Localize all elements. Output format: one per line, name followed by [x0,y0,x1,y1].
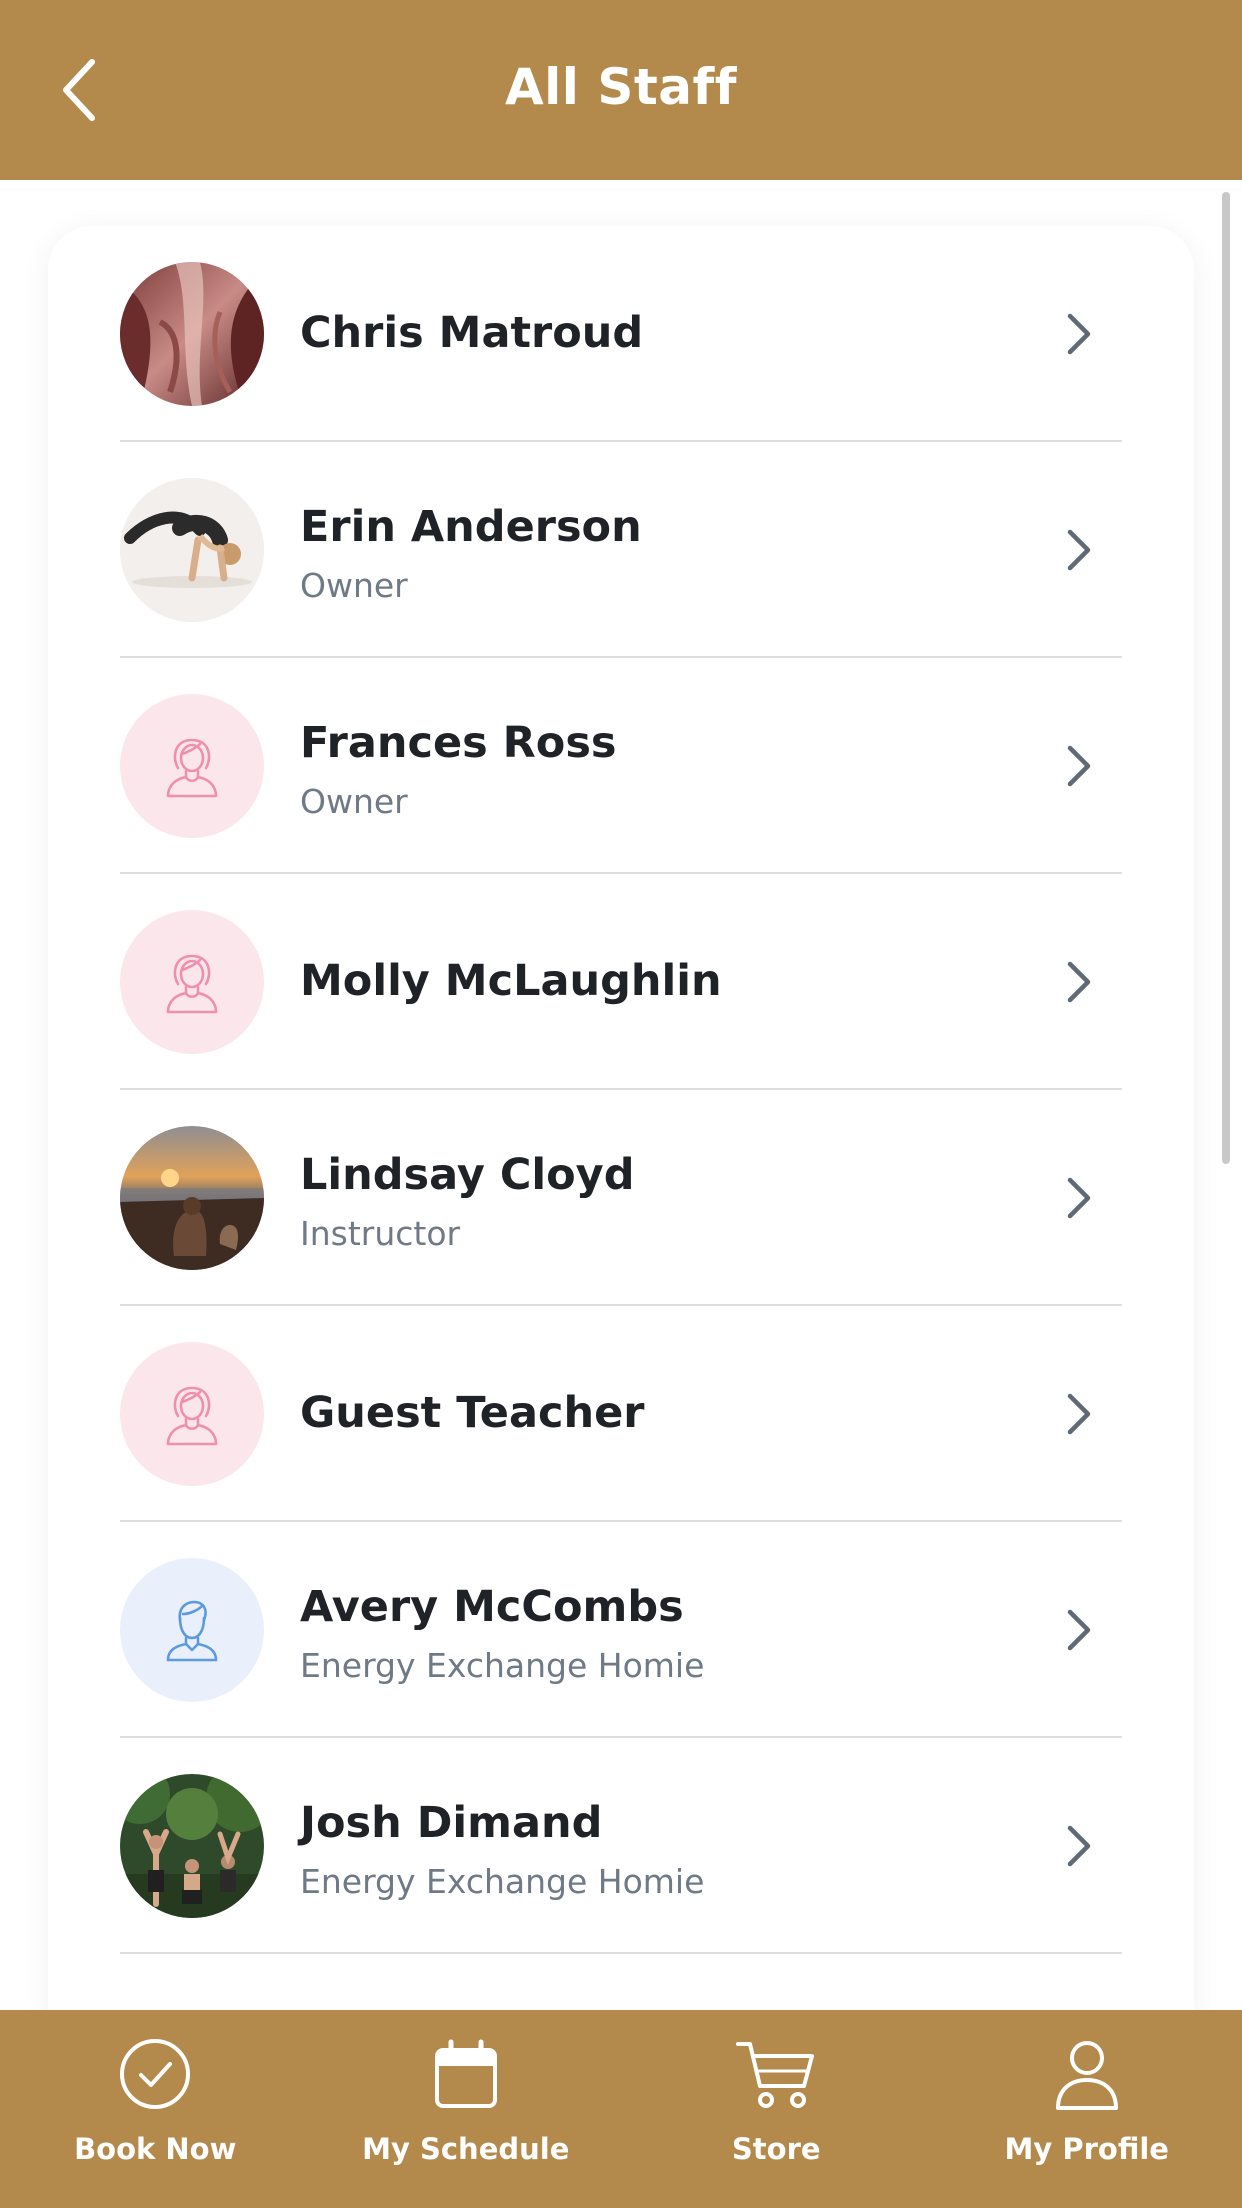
staff-role: Instructor [300,1214,461,1253]
tab-label: Book Now [74,2132,237,2166]
staff-list-card: Chris Matroud Erin Anderson Owner France… [48,226,1194,2010]
staff-row-lindsay-cloyd[interactable]: Lindsay Cloyd Instructor [120,1090,1122,1306]
check-circle-icon [113,2032,197,2116]
yoga-pose-photo [120,478,264,622]
chevron-right-icon [1067,1177,1091,1219]
chevron-right-icon [1067,961,1091,1003]
staff-name: Guest Teacher [300,1388,645,1438]
avatar [120,262,264,406]
staff-role: Energy Exchange Homie [300,1646,705,1685]
male-placeholder-icon [166,1600,218,1662]
calendar-icon [424,2032,508,2116]
staff-row-frances-ross[interactable]: Frances Ross Owner [120,658,1122,874]
avatar [120,1126,264,1270]
staff-name: Lindsay Cloyd [300,1150,635,1200]
chevron-right-icon [1067,1825,1091,1867]
app-header: All Staff [0,0,1242,180]
person-icon [1045,2032,1129,2116]
staff-row-josh-dimand[interactable]: Josh Dimand Energy Exchange Homie [120,1738,1122,1954]
chevron-right-icon [1067,745,1091,787]
sunset-beach-photo [120,1126,264,1270]
canyon-photo [120,262,264,406]
staff-row-guest-teacher[interactable]: Guest Teacher [120,1306,1122,1522]
staff-name: Avery McCombs [300,1582,684,1632]
avatar [120,478,264,622]
staff-row-chris-matroud[interactable]: Chris Matroud [120,226,1122,442]
bottom-tab-bar: Book Now My Schedule Store My Profile [0,2010,1242,2208]
chevron-right-icon [1067,529,1091,571]
scrollbar[interactable] [1222,192,1230,1164]
avatar [120,1774,264,1918]
staff-name: Chris Matroud [300,308,644,358]
avatar [120,1558,264,1702]
cart-icon [734,2032,818,2116]
staff-role: Energy Exchange Homie [300,1862,705,1901]
tab-my-schedule[interactable]: My Schedule [311,2010,622,2208]
avatar [120,910,264,1054]
female-placeholder-icon [166,954,218,1014]
avatar [120,1342,264,1486]
tab-label: Store [731,2132,821,2166]
chevron-right-icon [1067,313,1091,355]
staff-row-avery-mccombs[interactable]: Avery McCombs Energy Exchange Homie [120,1522,1122,1738]
page-title: All Staff [504,58,738,116]
staff-name: Molly McLaughlin [300,956,722,1006]
staff-role: Owner [300,566,408,605]
staff-list-area[interactable]: Chris Matroud Erin Anderson Owner France… [0,180,1242,2010]
staff-name: Frances Ross [300,718,617,768]
tab-my-profile[interactable]: My Profile [932,2010,1242,2208]
tab-store[interactable]: Store [621,2010,932,2208]
tab-book-now[interactable]: Book Now [0,2010,311,2208]
tab-label: My Schedule [362,2132,570,2166]
staff-name: Josh Dimand [300,1798,603,1848]
staff-row-erin-anderson[interactable]: Erin Anderson Owner [120,442,1122,658]
female-placeholder-icon [166,738,218,798]
staff-row-molly-mclaughlin[interactable]: Molly McLaughlin [120,874,1122,1090]
staff-role: Owner [300,782,408,821]
female-placeholder-icon [166,1386,218,1446]
staff-name: Erin Anderson [300,502,642,552]
avatar [120,694,264,838]
tab-label: My Profile [1004,2132,1169,2166]
chevron-right-icon [1067,1609,1091,1651]
chevron-right-icon [1067,1393,1091,1435]
jungle-group-photo [120,1774,264,1918]
